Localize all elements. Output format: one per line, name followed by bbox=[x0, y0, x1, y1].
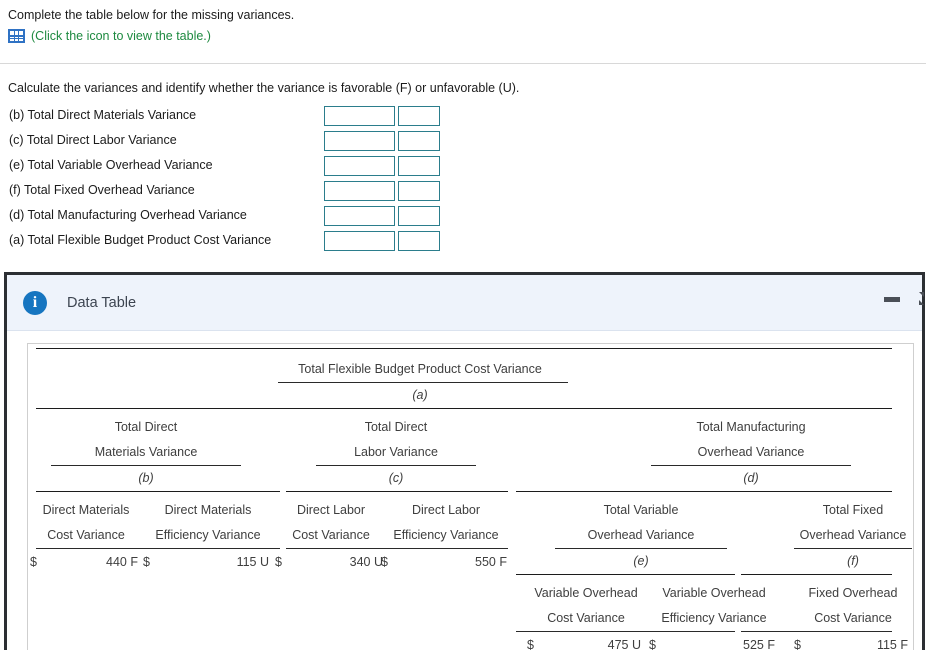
level3r-line2-1: Overhead Variance bbox=[799, 528, 907, 542]
table-rule bbox=[51, 465, 241, 466]
table-rule bbox=[516, 491, 892, 493]
variance-row: (a) Total Flexible Budget Product Cost V… bbox=[0, 230, 926, 255]
level4-dollar-0: $ bbox=[527, 638, 534, 650]
data-table-dialog: i Data Table Total Flexible Budget Produ… bbox=[4, 272, 925, 650]
data-table-panel: Total Flexible Budget Product Cost Varia… bbox=[27, 343, 914, 650]
variance-table: Total Flexible Budget Product Cost Varia… bbox=[28, 344, 913, 650]
level4-dollar-2: $ bbox=[794, 638, 801, 650]
dialog-header: i Data Table bbox=[7, 275, 924, 331]
level4-value-2: 115 F bbox=[876, 638, 908, 650]
variance-fu-input[interactable] bbox=[398, 131, 440, 151]
variance-row: (b) Total Direct Materials Variance bbox=[0, 105, 926, 130]
variance-input-rows: (b) Total Direct Materials Variance (c) T… bbox=[0, 105, 926, 255]
level2-ref-2: (d) bbox=[743, 471, 759, 485]
table-rule bbox=[794, 548, 912, 549]
variance-amount-input[interactable] bbox=[324, 106, 395, 126]
variance-fu-input[interactable] bbox=[398, 231, 440, 251]
table-grid-icon[interactable] bbox=[8, 29, 25, 43]
variance-fu-input[interactable] bbox=[398, 206, 440, 226]
variance-row-label: (c) Total Direct Labor Variance bbox=[9, 133, 177, 147]
variance-row: (d) Total Manufacturing Overhead Varianc… bbox=[0, 205, 926, 230]
table-rule bbox=[36, 408, 892, 410]
table-rule bbox=[36, 348, 892, 350]
variance-amount-input[interactable] bbox=[324, 156, 395, 176]
level3-dollar-3: $ bbox=[381, 555, 388, 569]
table-rule bbox=[555, 548, 727, 549]
variance-row-label: (b) Total Direct Materials Variance bbox=[9, 108, 197, 122]
level2-line1-0: Total Direct bbox=[114, 420, 178, 434]
variance-fu-input[interactable] bbox=[398, 181, 440, 201]
table-rule bbox=[286, 491, 508, 493]
view-table-link-label[interactable]: (Click the icon to view the table.) bbox=[31, 29, 211, 43]
table-rule bbox=[36, 491, 280, 493]
screen: Complete the table below for the missing… bbox=[0, 0, 926, 650]
table-rule bbox=[651, 465, 851, 466]
variance-row: (f) Total Fixed Overhead Variance bbox=[0, 180, 926, 205]
level3r-line2-0: Overhead Variance bbox=[587, 528, 695, 542]
dialog-window-controls[interactable] bbox=[884, 291, 924, 307]
variance-amount-input[interactable] bbox=[324, 206, 395, 226]
variance-row-label: (d) Total Manufacturing Overhead Varianc… bbox=[9, 208, 247, 222]
level3r-line1-1: Total Fixed bbox=[822, 503, 884, 517]
table-rule bbox=[278, 382, 568, 383]
table-rule bbox=[741, 574, 892, 576]
table-rule bbox=[516, 574, 735, 576]
variance-amount-input[interactable] bbox=[324, 131, 395, 151]
level4-dollar-1: $ bbox=[649, 638, 656, 650]
level2-line1-2: Total Manufacturing bbox=[696, 420, 806, 434]
level3-dollar-0: $ bbox=[30, 555, 37, 569]
table-rule bbox=[316, 465, 476, 466]
level3-value-0: 440 F bbox=[106, 555, 138, 569]
level3-line1-3: Direct Labor bbox=[411, 503, 481, 517]
level3-value-1: 115 U bbox=[236, 555, 269, 569]
variance-amount-input[interactable] bbox=[324, 181, 395, 201]
table-rule bbox=[286, 548, 508, 549]
level3-value-2: 340 U bbox=[349, 555, 383, 569]
table-rule bbox=[516, 631, 735, 632]
view-table-link-row[interactable]: (Click the icon to view the table.) bbox=[8, 29, 211, 43]
level4-value-1: 525 F bbox=[743, 638, 775, 650]
calculate-instruction: Calculate the variances and identify whe… bbox=[8, 81, 520, 95]
level4-value-0: 475 U bbox=[607, 638, 641, 650]
level2-line2-0: Materials Variance bbox=[94, 445, 198, 459]
level2-line1-1: Total Direct bbox=[364, 420, 428, 434]
variance-row: (c) Total Direct Labor Variance bbox=[0, 130, 926, 155]
variance-fu-input[interactable] bbox=[398, 156, 440, 176]
variance-row-label: (a) Total Flexible Budget Product Cost V… bbox=[9, 233, 272, 247]
question-prompt: Complete the table below for the missing… bbox=[8, 8, 295, 22]
table-rule bbox=[741, 631, 892, 632]
info-circle-icon: i bbox=[23, 290, 47, 315]
level2-ref-1: (c) bbox=[388, 471, 404, 485]
level3-dollar-1: $ bbox=[143, 555, 150, 569]
level2-ref-0: (b) bbox=[138, 471, 154, 485]
dialog-title: Data Table bbox=[67, 294, 137, 311]
variance-row: (e) Total Variable Overhead Variance bbox=[0, 155, 926, 180]
table-top-title: Total Flexible Budget Product Cost Varia… bbox=[298, 362, 542, 376]
level4-line2-2: Cost Variance bbox=[814, 611, 892, 625]
level2-line2-1: Labor Variance bbox=[354, 445, 438, 459]
table-top-ref: (a) bbox=[412, 388, 428, 402]
variance-fu-input[interactable] bbox=[398, 106, 440, 126]
level3-dollar-2: $ bbox=[275, 555, 282, 569]
variance-row-label: (f) Total Fixed Overhead Variance bbox=[9, 183, 195, 197]
variance-amount-input[interactable] bbox=[324, 231, 395, 251]
level3r-ref-1: (f) bbox=[847, 554, 859, 568]
expand-icon[interactable] bbox=[910, 291, 924, 307]
minimize-icon[interactable] bbox=[884, 296, 900, 302]
variance-row-label: (e) Total Variable Overhead Variance bbox=[9, 158, 213, 172]
level3-line2-3: Efficiency Variance bbox=[393, 528, 499, 542]
level3r-ref-0: (e) bbox=[633, 554, 649, 568]
level4-line1-2: Fixed Overhead bbox=[808, 586, 898, 600]
section-divider bbox=[0, 63, 926, 64]
table-rule bbox=[36, 548, 280, 549]
level3r-line1-0: Total Variable bbox=[603, 503, 679, 517]
level2-line2-2: Overhead Variance bbox=[697, 445, 805, 459]
level3-value-3: 550 F bbox=[475, 555, 507, 569]
